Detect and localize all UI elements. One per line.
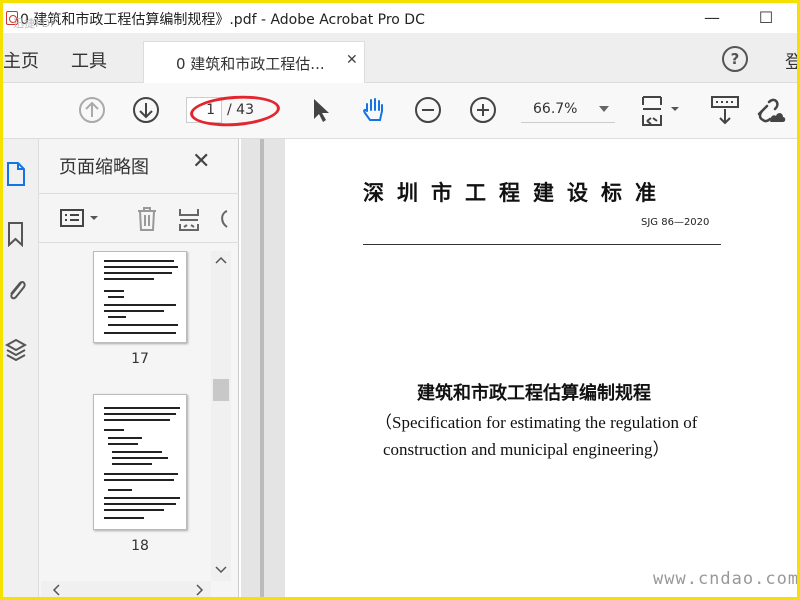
tab-bar: 主页 工具 0 建筑和市政工程估... ✕ ? 登: [3, 33, 797, 83]
scroll-up-icon[interactable]: [215, 255, 227, 265]
panel-divider[interactable]: [260, 139, 264, 597]
attachment-icon[interactable]: [5, 277, 27, 303]
close-panel-icon[interactable]: ✕: [192, 149, 210, 174]
site-watermark: www.cndao.com: [653, 569, 797, 589]
keyboard-download-icon[interactable]: [709, 93, 741, 127]
sign-in-link[interactable]: 登: [785, 48, 797, 74]
options-menu-icon[interactable]: [59, 208, 101, 230]
corner-watermark: 迅捷PDF: [13, 17, 57, 30]
english-title-line-1: （Specification for estimating the regula…: [375, 413, 698, 432]
zoom-select[interactable]: 66.7%: [521, 97, 615, 123]
zoom-value: 66.7%: [533, 101, 578, 117]
scrollbar-thumb[interactable]: [213, 379, 229, 401]
standard-title: 深圳市工程建设标准: [363, 180, 669, 205]
rotate-page-icon[interactable]: [217, 208, 229, 230]
window-title: 0 建筑和市政工程估算编制规程》.pdf - Adobe Acrobat Pro…: [20, 12, 425, 28]
thumbnail-page[interactable]: [93, 394, 187, 530]
panel-toolbar: [39, 193, 239, 243]
standard-code: SJG 86—2020: [641, 217, 710, 228]
page-display-icon[interactable]: [639, 93, 683, 129]
delete-page-icon[interactable]: [135, 206, 159, 232]
scroll-left-icon[interactable]: [51, 584, 61, 596]
tab-document[interactable]: 0 建筑和市政工程估... ✕: [143, 41, 365, 83]
bookmark-icon[interactable]: [5, 221, 27, 247]
hand-tool-icon[interactable]: [359, 95, 389, 125]
maximize-button[interactable]: ☐: [749, 6, 783, 30]
thumbnail-page[interactable]: [93, 251, 187, 343]
thumbnail-scrollbar[interactable]: [211, 251, 231, 581]
chevron-down-icon: [599, 106, 609, 117]
layers-icon[interactable]: [5, 337, 27, 363]
panel-title: 页面缩略图: [59, 157, 149, 178]
scroll-down-icon[interactable]: [215, 565, 227, 575]
next-page-icon[interactable]: [131, 95, 161, 125]
minimize-button[interactable]: —: [695, 6, 729, 30]
tab-home[interactable]: 主页: [3, 47, 39, 73]
title-bar: 0 建筑和市政工程估算编制规程》.pdf - Adobe Acrobat Pro…: [3, 3, 797, 33]
main-toolbar: 1 / 43 66.7%: [3, 83, 797, 139]
thumbnail-page-number: 17: [131, 351, 149, 367]
page-display-mini-icon[interactable]: [177, 206, 201, 232]
navigation-rail: [3, 139, 39, 597]
link-cloud-icon[interactable]: [753, 94, 787, 126]
zoom-out-icon[interactable]: [413, 95, 443, 125]
select-pointer-icon[interactable]: [305, 95, 335, 125]
previous-page-icon[interactable]: [77, 95, 107, 125]
document-view: 深圳市工程建设标准 SJG 86—2020 建筑和市政工程估算编制规程 （Spe…: [241, 139, 797, 597]
thumbnail-page-number: 18: [131, 538, 149, 554]
help-icon[interactable]: ?: [722, 46, 748, 72]
document-tab-label: 0 建筑和市政工程估...: [176, 55, 325, 73]
horizontal-scrollbar[interactable]: [41, 581, 211, 597]
zoom-in-icon[interactable]: [468, 95, 498, 125]
thumbnail-list: 17 18: [39, 251, 211, 581]
tab-tools[interactable]: 工具: [71, 47, 107, 73]
pdf-page: 深圳市工程建设标准 SJG 86—2020 建筑和市政工程估算编制规程 （Spe…: [285, 139, 797, 597]
document-heading: 建筑和市政工程估算编制规程: [417, 383, 651, 404]
thumbnails-panel: 页面缩略图 ✕ 17 18: [39, 139, 239, 597]
page-thumbnails-icon[interactable]: [5, 161, 27, 187]
scroll-right-icon[interactable]: [195, 584, 205, 596]
close-tab-icon[interactable]: ✕: [346, 52, 358, 68]
title-rule: [363, 244, 721, 245]
acrobat-window: 0 建筑和市政工程估算编制规程》.pdf - Adobe Acrobat Pro…: [3, 3, 797, 597]
english-title-line-2: construction and municipal engineering）: [383, 440, 670, 459]
